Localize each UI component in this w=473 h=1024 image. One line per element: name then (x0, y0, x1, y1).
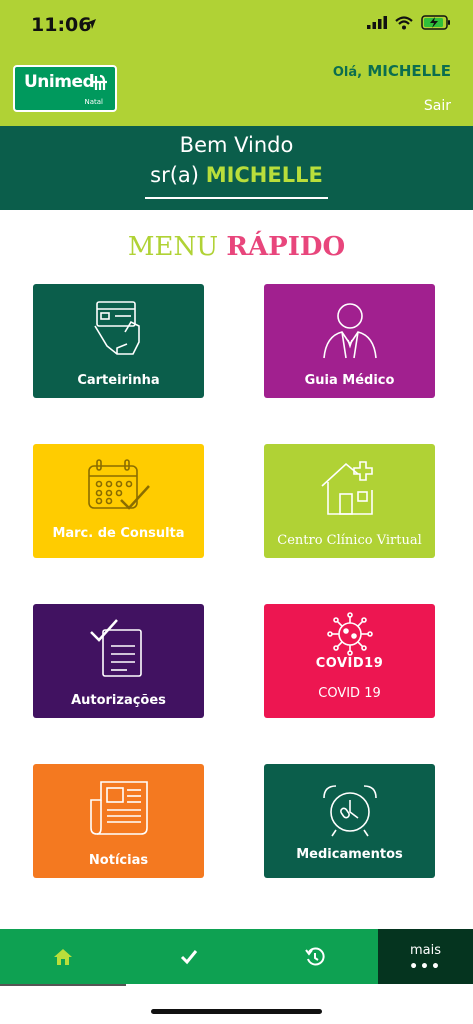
tile-label: Guia Médico (304, 373, 395, 388)
wifi-icon (395, 15, 413, 29)
more-dots-icon: ••• (409, 959, 442, 975)
logout-link[interactable]: Sair (424, 98, 451, 114)
tile-label: Centro Clínico Virtual (277, 533, 422, 548)
tile-carteirinha[interactable]: Carteirinha (33, 284, 204, 398)
tile-label: Medicamentos (296, 847, 403, 862)
unimed-logo: Unimed Natal (13, 65, 117, 112)
bottom-nav: mais ••• (0, 929, 473, 984)
nav-more[interactable]: mais ••• (378, 929, 473, 984)
checklist-icon (89, 619, 142, 677)
doctor-icon (322, 303, 377, 359)
location-arrow-icon (86, 19, 96, 29)
tile-medicamentos[interactable]: Medicamentos (264, 764, 435, 878)
check-icon (180, 949, 198, 964)
user-greeting: Olá, MICHELLE (333, 62, 451, 80)
welcome-prefix: sr(a) (150, 163, 199, 187)
menu-title-part1: MENU (127, 232, 219, 262)
greeting-prefix: Olá, (332, 65, 363, 80)
calendar-check-icon (87, 459, 150, 510)
tile-label: COVID 19 (318, 686, 381, 701)
logo-subtext: Natal (84, 98, 103, 106)
signal-icon (367, 16, 387, 29)
home-indicator[interactable] (151, 1009, 322, 1014)
tile-label: Marc. de Consulta (52, 526, 185, 541)
nav-check[interactable] (126, 929, 252, 984)
history-icon (305, 947, 325, 965)
welcome-user: sr(a) MICHELLE (0, 163, 473, 187)
tile-label: Autorizações (71, 693, 166, 708)
nav-more-label: mais (409, 943, 441, 958)
logo-text: Unimed (24, 72, 95, 92)
nav-home[interactable] (0, 929, 126, 984)
nav-history[interactable] (252, 929, 378, 984)
newspaper-icon (89, 781, 148, 835)
greeting-name: MICHELLE (367, 62, 451, 80)
tile-label: Notícias (88, 853, 149, 868)
welcome-title: Bem Vindo (179, 133, 294, 157)
top-header: 11:06 Unimed Natal Olá, MICHELLE Sair (0, 0, 473, 126)
battery-charging-icon (421, 15, 450, 30)
status-time: 11:06 (31, 14, 92, 36)
welcome-name: MICHELLE (205, 163, 323, 187)
nav-active-indicator (0, 984, 126, 986)
covid-icon-text: COVID19 (315, 656, 384, 671)
welcome-underline (145, 197, 328, 199)
status-icons (367, 15, 451, 30)
home-icon (54, 948, 72, 965)
alarm-clock-icon (322, 785, 377, 837)
unimed-symbol-icon (93, 74, 107, 90)
clinic-house-icon (320, 461, 373, 515)
card-in-hand-icon (93, 301, 140, 355)
tile-label: Carteirinha (77, 373, 160, 388)
tile-marc-consulta[interactable]: Marc. de Consulta (33, 444, 204, 558)
tile-covid19[interactable]: COVID19 COVID 19 (264, 604, 435, 718)
menu-title: MENU RÁPIDO (0, 232, 473, 262)
virus-icon (326, 612, 373, 656)
welcome-banner: Bem Vindo sr(a) MICHELLE (0, 126, 473, 210)
tile-noticias[interactable]: Notícias (33, 764, 204, 878)
tile-autorizacoes[interactable]: Autorizações (33, 604, 204, 718)
tile-guia-medico[interactable]: Guia Médico (264, 284, 435, 398)
tile-centro-clinico[interactable]: Centro Clínico Virtual (264, 444, 435, 558)
menu-title-part2: RÁPIDO (226, 232, 346, 262)
